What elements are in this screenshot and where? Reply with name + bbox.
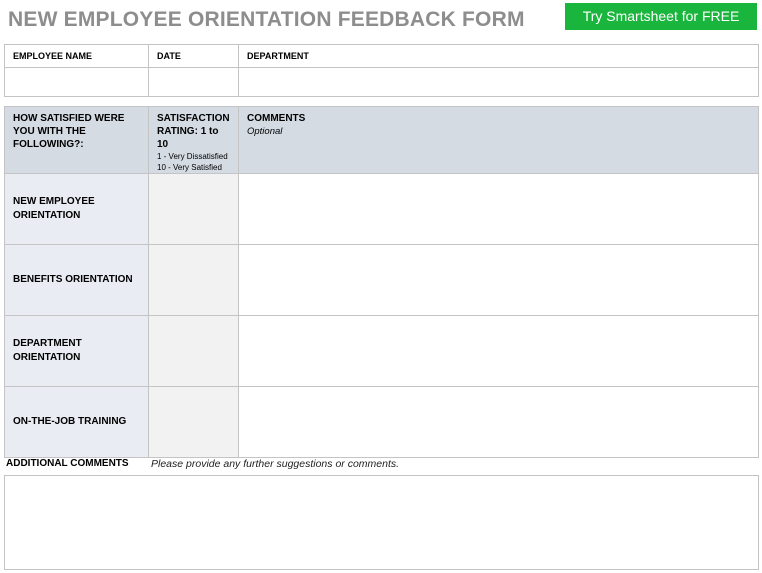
table-row: BENEFITS ORIENTATION <box>4 244 759 316</box>
rating-field[interactable] <box>148 173 239 245</box>
question-header: HOW SATISFIED WERE YOU WITH THE FOLLOWIN… <box>4 106 149 174</box>
comments-field[interactable] <box>238 244 759 316</box>
additional-comments-label: ADDITIONAL COMMENTS <box>6 458 129 469</box>
rating-scale-high: 10 - Very Satisfied <box>157 163 222 172</box>
date-field[interactable] <box>148 67 239 97</box>
table-row: ON-THE-JOB TRAINING <box>4 386 759 458</box>
rating-field[interactable] <box>148 244 239 316</box>
rating-header: SATISFACTION RATING: 1 to 10 1 - Very Di… <box>148 106 239 174</box>
department-header: DEPARTMENT <box>238 44 759 68</box>
try-smartsheet-button[interactable]: Try Smartsheet for FREE <box>565 3 757 30</box>
employee-name-header: EMPLOYEE NAME <box>4 44 149 68</box>
additional-comments-field[interactable] <box>4 475 759 570</box>
date-header: DATE <box>148 44 239 68</box>
form-title: NEW EMPLOYEE ORIENTATION FEEDBACK FORM <box>8 8 525 31</box>
rating-scale-low: 1 - Very Dissatisfied <box>157 152 228 161</box>
feedback-header-row: HOW SATISFIED WERE YOU WITH THE FOLLOWIN… <box>4 106 759 174</box>
comments-header-title: COMMENTS <box>247 113 306 124</box>
employee-info-input-row <box>4 67 759 97</box>
table-row: DEPARTMENT ORIENTATION <box>4 315 759 387</box>
comments-field[interactable] <box>238 315 759 387</box>
additional-comments-hint: Please provide any further suggestions o… <box>151 458 400 470</box>
rating-field[interactable] <box>148 315 239 387</box>
row-label: BENEFITS ORIENTATION <box>4 244 149 316</box>
rating-header-title: SATISFACTION RATING: 1 to 10 <box>157 113 230 150</box>
row-label: NEW EMPLOYEE ORIENTATION <box>4 173 149 245</box>
comments-header-note: Optional <box>247 126 283 137</box>
table-row: NEW EMPLOYEE ORIENTATION <box>4 173 759 245</box>
department-field[interactable] <box>238 67 759 97</box>
employee-info-header-row: EMPLOYEE NAME DATE DEPARTMENT <box>4 44 759 68</box>
comments-field[interactable] <box>238 386 759 458</box>
row-label: DEPARTMENT ORIENTATION <box>4 315 149 387</box>
employee-name-field[interactable] <box>4 67 149 97</box>
comments-field[interactable] <box>238 173 759 245</box>
employee-info-table: EMPLOYEE NAME DATE DEPARTMENT <box>4 44 759 97</box>
row-label: ON-THE-JOB TRAINING <box>4 386 149 458</box>
rating-field[interactable] <box>148 386 239 458</box>
feedback-table: HOW SATISFIED WERE YOU WITH THE FOLLOWIN… <box>4 106 759 458</box>
comments-header: COMMENTS Optional <box>238 106 759 174</box>
question-header-label: HOW SATISFIED WERE YOU WITH THE FOLLOWIN… <box>13 113 125 150</box>
